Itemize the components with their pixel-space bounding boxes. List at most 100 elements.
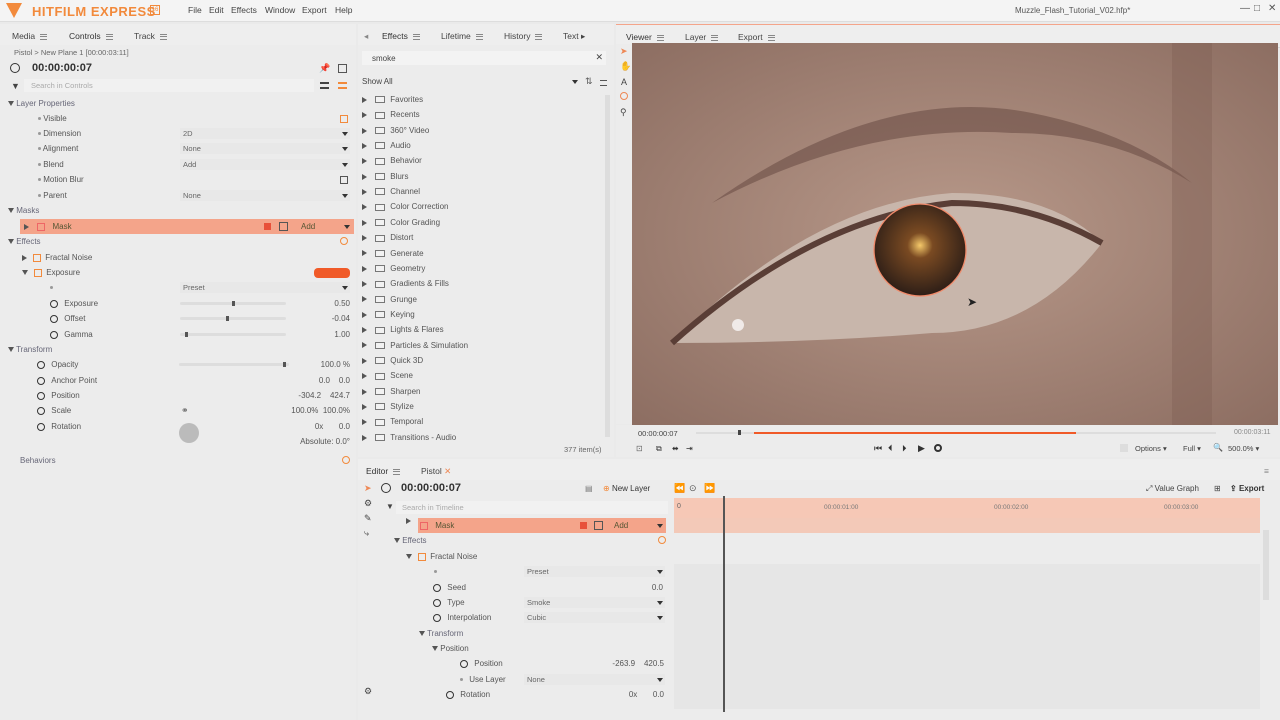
timeline-track-area[interactable] bbox=[674, 564, 1260, 709]
list-view-icon[interactable] bbox=[320, 82, 329, 89]
parent-select[interactable]: None bbox=[180, 190, 350, 201]
razor-tool-icon[interactable]: ✎ bbox=[364, 513, 372, 524]
mask-mode-value[interactable]: Add bbox=[614, 518, 628, 533]
mask-mode-icon[interactable] bbox=[594, 521, 603, 530]
menu-help[interactable]: Help bbox=[335, 5, 352, 15]
step-forward-icon[interactable]: ⏵ bbox=[902, 443, 907, 454]
prev-keyframe-icon[interactable]: ⏪ bbox=[674, 483, 685, 494]
pin-icon[interactable]: 📌 bbox=[319, 63, 330, 74]
controls-search-input[interactable]: Search in Controls bbox=[24, 79, 314, 92]
menu-file[interactable]: File bbox=[188, 5, 202, 15]
timeline-scrollbar[interactable] bbox=[1263, 530, 1269, 600]
param-value[interactable]: 0x 0.0 bbox=[629, 687, 664, 702]
tab-export[interactable]: Export bbox=[738, 32, 775, 42]
collapse-arrow-icon[interactable]: ◂ bbox=[364, 31, 368, 42]
effect-folder[interactable]: Transitions - Audio bbox=[362, 430, 456, 445]
effect-folder[interactable]: 360° Video bbox=[362, 123, 429, 138]
dimension-select[interactable]: 2D bbox=[180, 128, 350, 139]
step-back-icon[interactable]: ⏴ bbox=[888, 443, 893, 454]
mask-mode-value[interactable]: Add bbox=[301, 219, 315, 234]
slider-knob[interactable] bbox=[232, 301, 235, 306]
opacity-slider[interactable] bbox=[179, 362, 289, 367]
editor-position-group[interactable]: Position bbox=[432, 641, 469, 656]
roll-tool-icon[interactable]: ⤷ bbox=[364, 528, 369, 539]
effect-folder[interactable]: Quick 3D bbox=[362, 353, 423, 368]
viewer-canvas[interactable]: ➤ bbox=[632, 43, 1278, 425]
effect-folder[interactable]: Grunge bbox=[362, 292, 417, 307]
editor-menu-icon[interactable]: ≡ bbox=[1264, 466, 1269, 476]
expand-view-icon[interactable] bbox=[338, 82, 347, 89]
blend-select[interactable]: Add bbox=[180, 159, 350, 170]
effect-folder[interactable]: Temporal bbox=[362, 414, 423, 429]
effect-folder[interactable]: Recents bbox=[362, 107, 420, 122]
keyframe-icon[interactable] bbox=[50, 314, 58, 323]
playhead-marker[interactable] bbox=[738, 430, 741, 435]
masks-section[interactable]: Masks bbox=[8, 203, 39, 218]
menu-window[interactable]: Window bbox=[265, 5, 295, 15]
tab-track[interactable]: Track bbox=[134, 31, 167, 41]
keyframe-icon[interactable] bbox=[50, 299, 58, 308]
keyframe-icon[interactable] bbox=[433, 598, 441, 607]
clear-search-icon[interactable]: ✕ bbox=[595, 52, 603, 63]
resolution-select[interactable]: Full ▾ bbox=[1183, 444, 1201, 453]
keyframe-icon[interactable] bbox=[446, 690, 454, 699]
editor-preset-select[interactable]: Preset bbox=[524, 566, 665, 577]
keyframe-icon[interactable] bbox=[433, 583, 441, 592]
offset-slider[interactable] bbox=[180, 316, 286, 321]
tab-media[interactable]: Media bbox=[12, 31, 48, 41]
mask-color-swatch[interactable] bbox=[580, 522, 587, 529]
keyframe-icon[interactable] bbox=[50, 330, 58, 339]
out-icon[interactable]: ⬌ bbox=[672, 444, 679, 453]
tab-effects[interactable]: Effects bbox=[382, 31, 420, 41]
timeline-settings-icon[interactable]: ▤ bbox=[585, 484, 593, 493]
tab-controls[interactable]: Controls bbox=[69, 31, 113, 41]
param-value[interactable]: -0.04 bbox=[332, 311, 350, 326]
new-layer-button[interactable]: ⊕ New Layer bbox=[603, 484, 650, 493]
rotation-dial[interactable] bbox=[179, 423, 199, 443]
effects-scrollbar[interactable] bbox=[605, 95, 610, 437]
effect-folder[interactable]: Audio bbox=[362, 138, 411, 153]
close-button[interactable]: ✕ bbox=[1268, 3, 1276, 14]
slider-knob[interactable] bbox=[185, 332, 188, 337]
effect-folder[interactable]: Blurs bbox=[362, 169, 408, 184]
timeline-playhead[interactable] bbox=[723, 496, 725, 712]
add-effect-icon[interactable] bbox=[340, 237, 348, 245]
gamma-slider[interactable] bbox=[180, 332, 286, 337]
pin-tool-icon[interactable]: ⚲ bbox=[620, 107, 627, 118]
layer-properties-section[interactable]: Layer Properties bbox=[8, 96, 75, 111]
effect-folder[interactable]: Particles & Simulation bbox=[362, 338, 468, 353]
timeline-track-mask[interactable] bbox=[674, 518, 1260, 533]
effect-folder[interactable]: Channel bbox=[362, 184, 420, 199]
record-icon[interactable] bbox=[934, 444, 942, 452]
menu-export[interactable]: Export bbox=[302, 5, 327, 15]
alignment-select[interactable]: None bbox=[180, 143, 350, 154]
interpolation-select[interactable]: Cubic bbox=[524, 612, 665, 623]
in-icon[interactable]: ⇥ bbox=[686, 444, 693, 453]
sort-icon[interactable]: ⇅ bbox=[585, 76, 593, 87]
effect-folder[interactable]: Sharpen bbox=[362, 384, 420, 399]
viewer-scrubber[interactable] bbox=[696, 430, 1216, 435]
keyframe-icon[interactable] bbox=[37, 406, 45, 415]
param-value[interactable]: -304.2 424.7 bbox=[298, 388, 350, 403]
tab-editor[interactable]: Editor bbox=[366, 466, 401, 476]
next-tab-icon[interactable]: ▸ bbox=[581, 31, 585, 41]
filter-select[interactable]: Show All bbox=[362, 77, 578, 89]
zoom-select[interactable]: 500.0% ▾ bbox=[1228, 444, 1259, 453]
use-layer-select[interactable]: None bbox=[524, 674, 665, 685]
editor-fractal-row[interactable]: Fractal Noise bbox=[406, 549, 477, 564]
editor-transform-row[interactable]: Transform bbox=[419, 626, 463, 641]
snapshot-icon[interactable]: ⊡ bbox=[636, 444, 643, 453]
mask-color-swatch[interactable] bbox=[264, 223, 271, 230]
slider-knob[interactable] bbox=[283, 362, 286, 367]
effect-folder[interactable]: Distort bbox=[362, 230, 413, 245]
close-tab-icon[interactable]: ✕ bbox=[444, 466, 451, 476]
tab-viewer[interactable]: Viewer bbox=[626, 32, 664, 42]
effect-badge[interactable] bbox=[314, 268, 350, 278]
effect-folder[interactable]: Gradients & Fills bbox=[362, 276, 449, 291]
view-options-icon[interactable] bbox=[600, 80, 607, 86]
param-value[interactable]: 0.0 0.0 bbox=[319, 373, 350, 388]
timeline-ruler[interactable]: 0 00:00:01:00 00:00:02:00 00:00:03:00 bbox=[674, 498, 1260, 518]
effect-folder[interactable]: Behavior bbox=[362, 153, 422, 168]
effect-fractal-noise[interactable]: Fractal Noise bbox=[22, 250, 92, 265]
effect-toggle-icon[interactable] bbox=[34, 268, 43, 277]
